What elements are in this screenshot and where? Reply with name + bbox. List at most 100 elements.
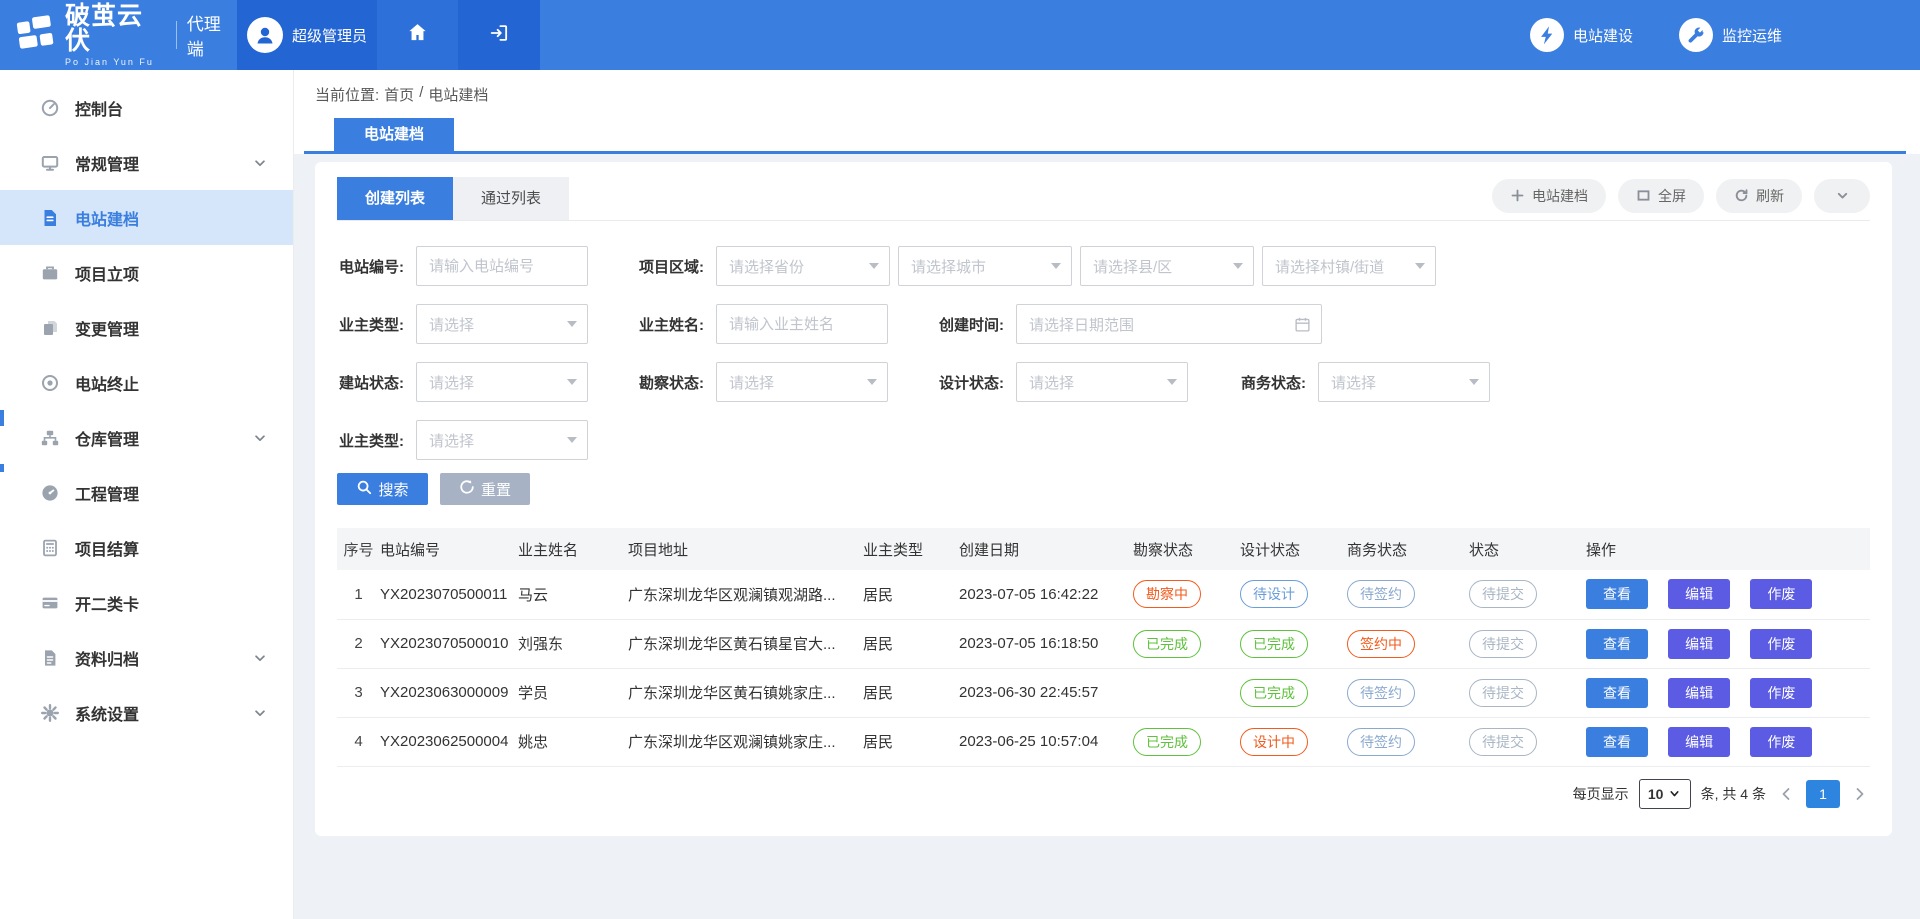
lightning-icon [1530,18,1564,52]
reset-button[interactable]: 重置 [440,473,530,505]
cell-owner-type: 居民 [863,668,959,717]
void-button[interactable]: 作废 [1750,629,1812,659]
breadcrumb-prefix: 当前位置: [315,84,379,105]
cell-station-code: YX2023063000009 [380,668,518,717]
status-badge: 待提交 [1469,728,1537,756]
caret-down-icon [1415,263,1425,269]
sidebar-item-station-archive[interactable]: 电站建档 [0,190,293,245]
sidebar-item-system-settings[interactable]: 系统设置 [0,685,293,740]
edit-button[interactable]: 编辑 [1668,727,1730,757]
add-station-button[interactable]: 电站建档 [1492,179,1606,213]
chevron-down-icon [253,431,267,445]
caret-down-icon [1051,263,1061,269]
header-spacer [540,0,1530,70]
calendar-icon [1294,316,1311,333]
pagination: 每页显示 10 条, 共 4 条 1 [337,779,1870,809]
city-select[interactable]: 请选择城市 [898,246,1072,286]
filter-business-status: 商务状态: 请选择 [1239,362,1490,402]
col-owner-name: 业主姓名 [518,528,628,570]
cell-project-address: 广东深圳龙华区黄石镇星官大... [628,619,863,668]
scrollbar-mark[interactable] [0,410,4,426]
survey-status-badge: 已完成 [1133,728,1201,756]
business-status-badge: 待签约 [1347,679,1415,707]
view-button[interactable]: 查看 [1586,678,1648,708]
refresh-button[interactable]: 刷新 [1716,179,1802,213]
nav-station-build[interactable]: 电站建设 [1530,18,1633,52]
col-station-code: 电站编号 [380,528,518,570]
sidebar-item-general-mgmt[interactable]: 常规管理 [0,135,293,190]
table-row: 1 YX2023070500011 马云 广东深圳龙华区观澜镇观湖路... 居民… [337,570,1870,619]
sidebar-item-engineering-mgmt[interactable]: 工程管理 [0,465,293,520]
cell-owner-name: 刘强东 [518,619,628,668]
sidebar-item-project-settlement[interactable]: 项目结算 [0,520,293,575]
business-status-select[interactable]: 请选择 [1318,362,1490,402]
nav-monitor-ops[interactable]: 监控运维 [1679,18,1782,52]
owner-type-select[interactable]: 请选择 [416,304,588,344]
view-button[interactable]: 查看 [1586,579,1648,609]
edit-button[interactable]: 编辑 [1668,678,1730,708]
table-row: 2 YX2023070500010 刘强东 广东深圳龙华区黄石镇星官大... 居… [337,619,1870,668]
date-range-picker[interactable]: 请选择日期范围 [1016,304,1322,344]
page-tab-station-archive[interactable]: 电站建档 [334,118,454,151]
edit-button[interactable]: 编辑 [1668,629,1730,659]
page-number-button[interactable]: 1 [1806,780,1840,808]
caret-down-icon [1233,263,1243,269]
view-button[interactable]: 查看 [1586,629,1648,659]
logout-button[interactable] [458,0,540,70]
design-status-select[interactable]: 请选择 [1016,362,1188,402]
calculator-icon [40,538,60,558]
scrollbar-mark[interactable] [0,464,4,472]
edit-button[interactable]: 编辑 [1668,579,1730,609]
cell-index: 2 [337,619,380,668]
village-select[interactable]: 请选择村镇/街道 [1262,246,1436,286]
owner-type-select-2[interactable]: 请选择 [416,420,588,460]
sidebar-item-warehouse-mgmt[interactable]: 仓库管理 [0,410,293,465]
prev-page-button[interactable] [1776,786,1796,802]
status-badge: 待提交 [1469,679,1537,707]
view-button[interactable]: 查看 [1586,727,1648,757]
cell-owner-name: 马云 [518,570,628,619]
owner-name-input[interactable] [716,304,888,344]
next-page-button[interactable] [1850,786,1870,802]
home-button[interactable] [377,0,458,70]
user-menu[interactable]: 超级管理员 [237,0,377,70]
sidebar-item-class2-card[interactable]: 开二类卡 [0,575,293,630]
survey-status-select[interactable]: 请选择 [716,362,888,402]
app: 破茧云伏 Po Jian Yun Fu 代理端 超级管理员 [0,0,1920,919]
sidebar-item-station-terminate[interactable]: 电站终止 [0,355,293,410]
tab-passed-list[interactable]: 通过列表 [453,177,569,220]
station-code-input[interactable] [416,246,588,286]
header-nav: 电站建设 监控运维 [1530,0,1920,70]
tab-create-list[interactable]: 创建列表 [337,177,453,220]
nav-monitor-ops-label: 监控运维 [1722,25,1782,46]
home-icon [406,21,429,49]
breadcrumb-home-link[interactable]: 首页 [384,84,414,105]
search-button[interactable]: 搜索 [337,473,428,505]
document-icon [40,208,60,228]
files-icon [40,318,60,338]
top-header: 破茧云伏 Po Jian Yun Fu 代理端 超级管理员 [0,0,1920,70]
table-row: 3 YX2023063000009 学员 广东深圳龙华区黄石镇姚家庄... 居民… [337,668,1870,717]
archive-icon [40,648,60,668]
collapse-toolbar-button[interactable] [1814,179,1870,213]
portal: 代理端 [168,10,237,60]
sidebar-item-change-mgmt[interactable]: 变更管理 [0,300,293,355]
void-button[interactable]: 作废 [1750,678,1812,708]
sidebar-item-console[interactable]: 控制台 [0,80,293,135]
logo-icon [14,12,56,59]
province-select[interactable]: 请选择省份 [716,246,890,286]
sidebar-item-project-approval[interactable]: 项目立项 [0,245,293,300]
cell-index: 3 [337,668,380,717]
per-page-select[interactable]: 10 [1639,779,1691,809]
table-row: 4 YX2023062500004 姚忠 广东深圳龙华区观澜镇姚家庄... 居民… [337,717,1870,766]
void-button[interactable]: 作废 [1750,727,1812,757]
county-select[interactable]: 请选择县/区 [1080,246,1254,286]
filter-create-time: 创建时间: 请选择日期范围 [937,304,1322,344]
void-button[interactable]: 作废 [1750,579,1812,609]
cell-create-date: 2023-06-30 22:45:57 [959,668,1133,717]
build-status-select[interactable]: 请选择 [416,362,588,402]
design-status-badge: 待设计 [1240,580,1308,608]
caret-down-icon [567,321,577,327]
fullscreen-button[interactable]: 全屏 [1618,179,1704,213]
sidebar-item-data-archive[interactable]: 资料归档 [0,630,293,685]
